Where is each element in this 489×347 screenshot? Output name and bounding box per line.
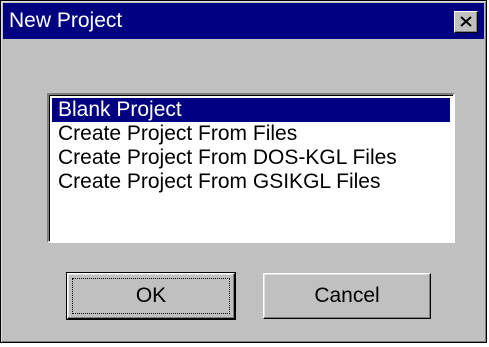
list-item-from-files[interactable]: Create Project From Files (52, 122, 450, 146)
project-type-list[interactable]: Blank Project Create Project From Files … (47, 93, 455, 243)
cancel-button[interactable]: Cancel (263, 273, 431, 319)
ok-button[interactable]: OK (66, 272, 236, 320)
list-item-blank-project[interactable]: Blank Project (52, 98, 450, 122)
dialog-title: New Project (9, 9, 123, 32)
close-button[interactable] (454, 11, 478, 33)
close-x-icon (460, 16, 472, 27)
cancel-button-label: Cancel (314, 284, 380, 307)
list-item-from-dos-kgl-files[interactable]: Create Project From DOS-KGL Files (52, 146, 450, 170)
title-bar[interactable]: New Project (3, 3, 484, 39)
new-project-dialog: New Project Blank Project Create Project… (0, 0, 487, 343)
ok-button-label: OK (135, 284, 167, 307)
list-item-from-gsikgl-files[interactable]: Create Project From GSIKGL Files (52, 170, 450, 194)
